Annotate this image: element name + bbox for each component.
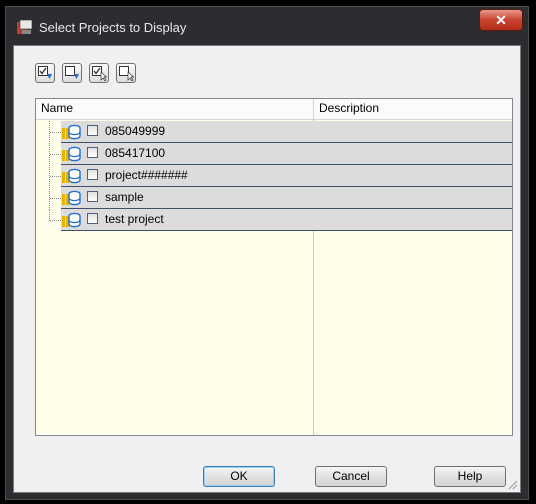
- list-item[interactable]: project#######: [36, 165, 512, 187]
- dialog-client: Name Description 085049999 085417100 pro…: [13, 45, 521, 493]
- project-database-icon: [62, 168, 81, 184]
- column-header-name[interactable]: Name: [36, 99, 314, 119]
- list-item[interactable]: sample: [36, 187, 512, 209]
- project-checkbox[interactable]: [87, 147, 98, 158]
- project-checkbox[interactable]: [87, 191, 98, 202]
- resize-grip-icon[interactable]: [506, 478, 518, 490]
- box-arrow-down-icon: [65, 66, 79, 79]
- project-name: project#######: [105, 168, 188, 182]
- tree-line: [50, 220, 61, 221]
- select-all-button[interactable]: [89, 63, 109, 83]
- help-button[interactable]: Help: [434, 466, 506, 487]
- tree-line: [50, 176, 61, 177]
- cancel-button[interactable]: Cancel: [315, 466, 387, 487]
- project-database-icon: [62, 124, 81, 140]
- check-arrow-down-icon: [38, 66, 52, 79]
- app-icon: [17, 20, 32, 34]
- project-database-icon: [62, 190, 81, 206]
- list-header: Name Description: [36, 99, 512, 120]
- list-item[interactable]: 085417100: [36, 143, 512, 165]
- title-bar[interactable]: Select Projects to Display ✕: [6, 7, 528, 45]
- project-name: test project: [105, 212, 164, 226]
- column-header-description[interactable]: Description: [314, 99, 512, 119]
- list-item[interactable]: 085049999: [36, 121, 512, 143]
- dialog-window: Select Projects to Display ✕ Name Descri…: [5, 6, 529, 500]
- project-checkbox[interactable]: [87, 169, 98, 180]
- project-database-icon: [62, 212, 81, 228]
- select-all-recursive-button[interactable]: [35, 63, 55, 83]
- clear-all-button[interactable]: [116, 63, 136, 83]
- window-title: Select Projects to Display: [39, 20, 187, 35]
- project-name: 085417100: [105, 146, 166, 160]
- project-checkbox[interactable]: [87, 213, 98, 224]
- project-name: sample: [105, 190, 144, 204]
- tree-line: [50, 132, 61, 133]
- clear-all-recursive-button[interactable]: [62, 63, 82, 83]
- project-checkbox[interactable]: [87, 125, 98, 136]
- list-item[interactable]: test project: [36, 209, 512, 231]
- close-button[interactable]: ✕: [479, 9, 523, 31]
- check-cursor-icon: [92, 66, 107, 81]
- box-cursor-icon: [119, 66, 134, 81]
- tree-line: [50, 154, 61, 155]
- tree-line: [50, 198, 61, 199]
- project-list[interactable]: Name Description 085049999 085417100 pro…: [35, 98, 513, 436]
- project-database-icon: [62, 146, 81, 162]
- ok-button[interactable]: OK: [203, 466, 275, 487]
- project-name: 085049999: [105, 124, 166, 138]
